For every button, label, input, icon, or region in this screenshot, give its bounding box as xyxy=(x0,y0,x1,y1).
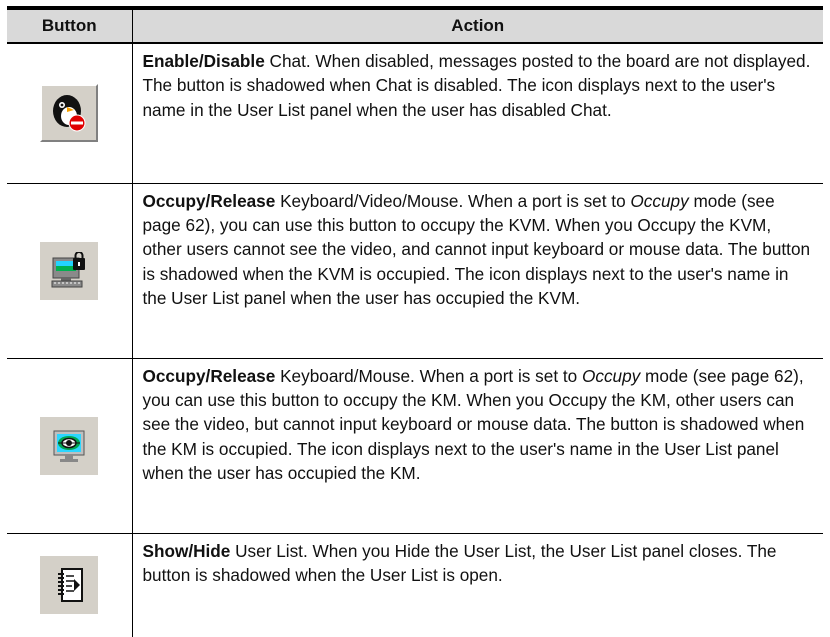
occupy-kvm-button[interactable] xyxy=(40,241,99,300)
user-list-button[interactable] xyxy=(40,556,99,615)
button-cell xyxy=(7,183,133,359)
chat-disable-icon xyxy=(53,95,86,132)
action-name: Occupy/Release xyxy=(142,190,276,211)
description-cell: Show/Hide User List. When you Hide the U… xyxy=(132,533,823,637)
description-cell: Enable/Disable Chat. When disabled, mess… xyxy=(132,43,823,184)
action-text: User List. When you Hide the User List, … xyxy=(142,540,777,585)
description-cell: Occupy/Release Keyboard/Video/Mouse. Whe… xyxy=(132,183,823,359)
action-mode: Occupy xyxy=(581,365,641,386)
table-row: Show/Hide User List. When you Hide the U… xyxy=(7,533,823,637)
button-action-table: Button Action Enable/Disable Chat. When … xyxy=(7,6,823,637)
button-cell xyxy=(7,358,133,534)
header-action: Action xyxy=(132,6,823,44)
chat-disable-button[interactable] xyxy=(40,84,99,143)
table-row: Occupy/Release Keyboard/Video/Mouse. Whe… xyxy=(7,183,823,359)
button-cell xyxy=(7,533,133,637)
action-text: Keyboard/Video/Mouse. When a port is set… xyxy=(275,190,631,211)
action-name: Occupy/Release xyxy=(142,365,276,386)
occupy-km-button[interactable] xyxy=(40,416,99,475)
table-header-row: Button Action xyxy=(7,6,823,44)
header-button: Button xyxy=(7,6,133,44)
action-name: Enable/Disable xyxy=(142,51,265,71)
table-row: Occupy/Release Keyboard/Mouse. When a po… xyxy=(7,358,823,534)
occupy-km-icon xyxy=(53,430,85,462)
user-list-icon xyxy=(58,568,84,603)
description-cell: Occupy/Release Keyboard/Mouse. When a po… xyxy=(132,358,823,534)
action-name: Show/Hide xyxy=(142,540,231,561)
table-row: Enable/Disable Chat. When disabled, mess… xyxy=(7,43,823,184)
occupy-kvm-icon xyxy=(51,251,86,287)
action-mode: Occupy xyxy=(630,190,689,211)
action-text: Keyboard/Mouse. When a port is set to xyxy=(275,365,582,386)
button-cell xyxy=(7,43,133,184)
